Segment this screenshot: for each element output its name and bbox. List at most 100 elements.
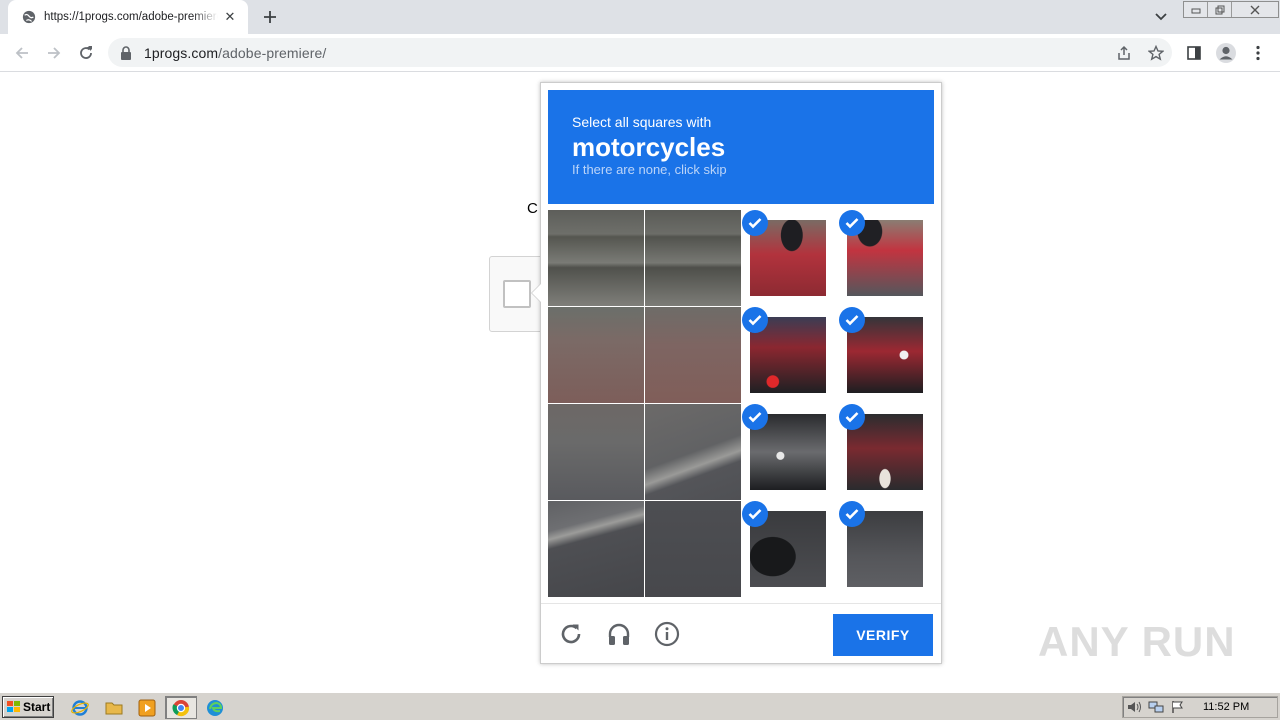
browser-toolbar: 1progs.com/adobe-premiere/: [0, 34, 1280, 72]
restore-button[interactable]: [1208, 2, 1232, 17]
reload-button[interactable]: [72, 39, 100, 67]
arrow-left-icon: [15, 47, 28, 59]
captcha-tile[interactable]: [839, 404, 935, 500]
captcha-tile[interactable]: [645, 404, 741, 500]
captcha-tile[interactable]: [548, 501, 644, 597]
captcha-tile[interactable]: [742, 501, 838, 597]
media-player-icon: [138, 699, 156, 717]
omnibox-actions: [1108, 38, 1172, 67]
captcha-tile[interactable]: [645, 210, 741, 306]
tile-image: [645, 307, 741, 403]
image-grid: [548, 210, 936, 598]
tile-image: [645, 210, 741, 306]
share-button[interactable]: [1108, 38, 1140, 67]
minimize-icon: [1191, 8, 1200, 13]
menu-button[interactable]: [1244, 39, 1272, 67]
info-icon: [654, 621, 680, 647]
start-label: Start: [23, 700, 51, 714]
network-button[interactable]: [1145, 698, 1167, 716]
edge-icon: [207, 700, 223, 716]
quicklaunch-media-player[interactable]: [137, 698, 157, 718]
quicklaunch-ie[interactable]: [70, 698, 90, 718]
captcha-tile[interactable]: [645, 501, 741, 597]
taskbar-edge[interactable]: [205, 698, 225, 718]
action-center-button[interactable]: [1167, 698, 1189, 716]
reload-icon: [561, 624, 581, 644]
taskbar-chrome[interactable]: [165, 696, 197, 719]
tile-image: [548, 501, 644, 597]
forward-button[interactable]: [40, 39, 68, 67]
checkmark-icon: [742, 307, 768, 333]
profile-button[interactable]: [1212, 39, 1240, 67]
verify-button[interactable]: VERIFY: [833, 614, 933, 656]
new-tab-button[interactable]: [258, 5, 282, 29]
close-window-button[interactable]: [1232, 2, 1278, 17]
page-content: C Select all squares with motorcycles If…: [0, 72, 1280, 692]
tile-image: [645, 501, 741, 597]
clock[interactable]: 11:52 PM: [1203, 701, 1249, 713]
tile-image: [548, 404, 644, 500]
bookmark-button[interactable]: [1140, 38, 1172, 67]
captcha-challenge-popup: Select all squares with motorcycles If t…: [531, 82, 942, 664]
challenge-instructions: Select all squares with motorcycles If t…: [548, 90, 934, 204]
tile-image: [548, 307, 644, 403]
internet-explorer-icon: [71, 700, 89, 716]
address-bar[interactable]: 1progs.com/adobe-premiere/: [108, 38, 1172, 67]
side-panel-icon: [1187, 46, 1201, 60]
audio-challenge-button[interactable]: [605, 620, 633, 648]
checkmark-icon: [742, 404, 768, 430]
anyrun-watermark: ANY RUN: [1038, 612, 1236, 672]
flag-icon: [1172, 701, 1183, 713]
chevron-down-icon: [1155, 13, 1167, 21]
browser-tab[interactable]: https://1progs.com/adobe-premiere/ ✕: [8, 0, 248, 34]
captcha-tile[interactable]: [742, 210, 838, 306]
info-button[interactable]: [653, 620, 681, 648]
windows-logo-icon: [7, 701, 20, 712]
avatar-icon: [1216, 43, 1236, 63]
back-button[interactable]: [8, 39, 36, 67]
captcha-tile[interactable]: [742, 404, 838, 500]
star-icon: [1148, 44, 1164, 61]
tab-title: https://1progs.com/adobe-premiere/: [44, 11, 218, 23]
captcha-tile[interactable]: [839, 501, 935, 597]
captcha-tile[interactable]: [839, 307, 935, 403]
tab-close-icon[interactable]: ✕: [222, 9, 238, 25]
tile-image: [645, 404, 741, 500]
lock-icon[interactable]: [120, 45, 132, 60]
browser-tab-strip: https://1progs.com/adobe-premiere/ ✕: [0, 0, 1280, 34]
captcha-tile[interactable]: [645, 307, 741, 403]
skip-hint: If there are none, click skip: [572, 162, 727, 177]
checkmark-icon: [742, 210, 768, 236]
captcha-tile[interactable]: [548, 404, 644, 500]
watermark-text: ANY RUN: [1038, 618, 1236, 665]
checkmark-icon: [839, 307, 865, 333]
url-text: 1progs.com/adobe-premiere/: [144, 45, 326, 61]
share-icon: [1118, 45, 1130, 60]
url-path: /adobe-premiere/: [218, 44, 327, 61]
window-controls: [1183, 1, 1279, 18]
reload-challenge-button[interactable]: [557, 620, 585, 648]
reload-icon: [80, 46, 92, 59]
start-button[interactable]: Start: [2, 696, 54, 718]
captcha-checkbox[interactable]: [503, 280, 531, 308]
folder-icon: [105, 702, 123, 715]
volume-button[interactable]: [1123, 698, 1145, 716]
challenge-footer: VERIFY: [541, 603, 941, 663]
kebab-menu-icon: [1256, 45, 1260, 61]
tile-image: [548, 210, 644, 306]
captcha-tile[interactable]: [839, 210, 935, 306]
captcha-tile[interactable]: [548, 307, 644, 403]
restore-icon: [1215, 5, 1224, 14]
network-icon: [1148, 701, 1164, 713]
captcha-tile[interactable]: [548, 210, 644, 306]
quicklaunch-explorer[interactable]: [104, 698, 124, 718]
taskbar: Start 11:52 PM: [0, 692, 1280, 720]
popup-pointer: [531, 283, 541, 303]
chrome-icon: [172, 699, 190, 716]
globe-icon: [22, 10, 36, 24]
side-panel-button[interactable]: [1180, 39, 1208, 67]
captcha-tile[interactable]: [742, 307, 838, 403]
tab-search-button[interactable]: [1150, 6, 1172, 28]
minimize-button[interactable]: [1184, 2, 1208, 17]
audio-headphones-icon: [608, 623, 630, 645]
